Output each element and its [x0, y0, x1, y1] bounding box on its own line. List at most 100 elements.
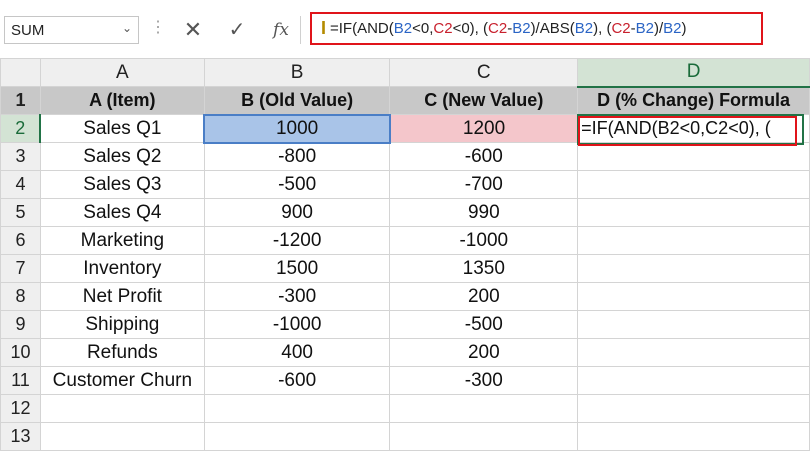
table-row: 7 Inventory 1500 1350 [0, 254, 810, 283]
column-header-d[interactable]: D [577, 58, 810, 88]
cell-c6[interactable]: -1000 [389, 226, 579, 255]
cell-d5[interactable] [577, 198, 810, 227]
cell-a11[interactable]: Customer Churn [39, 366, 205, 395]
table-row: 9 Shipping -1000 -500 [0, 310, 810, 339]
cell-b8[interactable]: -300 [203, 282, 391, 311]
cell-c8[interactable]: 200 [389, 282, 579, 311]
row-header[interactable]: 13 [0, 422, 41, 451]
formula-token: )/ABS( [530, 20, 575, 37]
cell-d9[interactable] [577, 310, 810, 339]
cell-c1[interactable]: C (New Value) [389, 86, 579, 115]
cell-a9[interactable]: Shipping [39, 310, 205, 339]
row-header[interactable]: 10 [0, 338, 41, 367]
cell-b11[interactable]: -600 [203, 366, 391, 395]
select-all-corner[interactable] [0, 58, 41, 87]
row-header[interactable]: 2 [0, 114, 42, 143]
table-row: 8 Net Profit -300 200 [0, 282, 810, 311]
cell-a5[interactable]: Sales Q4 [39, 198, 205, 227]
formula-token: <0, [412, 20, 434, 37]
cell-c3[interactable]: -600 [389, 142, 579, 171]
table-row: 6 Marketing -1200 -1000 [0, 226, 810, 255]
column-header-a[interactable]: A [39, 58, 205, 87]
cell-c11[interactable]: -300 [389, 366, 579, 395]
cell-c10[interactable]: 200 [389, 338, 579, 367]
cell-d10[interactable] [577, 338, 810, 367]
table-row: 5 Sales Q4 900 990 [0, 198, 810, 227]
formula-token: B2 [635, 20, 654, 37]
cell-b10[interactable]: 400 [203, 338, 391, 367]
formula-token: ), ( [593, 20, 612, 37]
enter-button[interactable]: ✓ [220, 16, 254, 44]
cell-a10[interactable]: Refunds [39, 338, 205, 367]
column-header-b[interactable]: B [203, 58, 391, 87]
cell-a2[interactable]: Sales Q1 [39, 114, 205, 143]
table-row: 10 Refunds 400 200 [0, 338, 810, 367]
cell-d11[interactable] [577, 366, 810, 395]
cell-b1[interactable]: B (Old Value) [203, 86, 391, 115]
cell-b5[interactable]: 900 [203, 198, 391, 227]
cell-a12[interactable] [39, 394, 205, 423]
cell-a1[interactable]: A (Item) [39, 86, 205, 115]
cell-d2[interactable]: =IF(AND(B2<0,C2<0), ( [577, 114, 810, 143]
cell-c9[interactable]: -500 [389, 310, 579, 339]
row-header[interactable]: 11 [0, 366, 41, 395]
table-row: 2 Sales Q1 1000 1200 =IF(AND(B2<0,C2<0), ( [0, 113, 810, 144]
name-box[interactable]: SUM ⌄ [4, 16, 139, 44]
cell-b9[interactable]: -1000 [203, 310, 391, 339]
cell-c12[interactable] [389, 394, 579, 423]
row-header[interactable]: 12 [0, 394, 41, 423]
cell-a6[interactable]: Marketing [39, 226, 205, 255]
formula-token: B2 [663, 20, 682, 37]
cell-c4[interactable]: -700 [389, 170, 579, 199]
cell-c13[interactable] [389, 422, 579, 451]
cell-d1[interactable]: D (% Change) Formula [577, 86, 810, 115]
chevron-down-icon[interactable]: ⌄ [122, 21, 132, 35]
cell-a7[interactable]: Inventory [39, 254, 205, 283]
row-header[interactable]: 6 [0, 226, 41, 255]
formula-text: =IF(AND(B2<0,C2<0), (C2-B2)/ABS(B2), (C2… [330, 20, 687, 37]
worksheet-grid: ABCD1A (Item) B (Old Value) C (New Value) D… [0, 58, 810, 451]
formula-token: B2 [393, 20, 413, 37]
formula-token: )/ [653, 20, 664, 37]
row-header[interactable]: 8 [0, 282, 41, 311]
cell-b6[interactable]: -1200 [203, 226, 391, 255]
cell-c5[interactable]: 990 [389, 198, 579, 227]
cell-a4[interactable]: Sales Q3 [39, 170, 205, 199]
cell-d8[interactable] [577, 282, 810, 311]
column-header-c[interactable]: C [389, 58, 579, 87]
formula-token: C2 [433, 20, 453, 37]
formula-token: ) [681, 20, 687, 37]
row-header[interactable]: 9 [0, 310, 41, 339]
cell-d3[interactable] [577, 142, 810, 171]
formula-token: C2 [488, 20, 508, 37]
cell-c2[interactable]: 1200 [389, 114, 579, 143]
insert-function-button[interactable]: fx [264, 16, 298, 44]
table-row: 3 Sales Q2 -800 -600 [0, 142, 810, 171]
cell-b13[interactable] [203, 422, 391, 451]
cell-d12[interactable] [577, 394, 810, 423]
cell-b3[interactable]: -800 [203, 142, 391, 171]
cell-b12[interactable] [203, 394, 391, 423]
name-box-value: SUM [11, 22, 45, 39]
table-header-row: 1A (Item) B (Old Value) C (New Value) D (% … [0, 86, 810, 115]
cell-d4[interactable] [577, 170, 810, 199]
cell-a8[interactable]: Net Profit [39, 282, 205, 311]
cell-a13[interactable] [39, 422, 205, 451]
cell-c7[interactable]: 1350 [389, 254, 579, 283]
row-header[interactable]: 4 [0, 170, 41, 199]
sheet-table: ABCD1A (Item) B (Old Value) C (New Value) D… [0, 58, 810, 451]
cell-d7[interactable] [577, 254, 810, 283]
cell-b7[interactable]: 1500 [203, 254, 391, 283]
cell-b2[interactable]: 1000 [203, 113, 391, 144]
cell-a3[interactable]: Sales Q2 [39, 142, 205, 171]
cell-b4[interactable]: -500 [203, 170, 391, 199]
cell-d13[interactable] [577, 422, 810, 451]
row-header[interactable]: 3 [0, 142, 41, 171]
row-header[interactable]: 1 [0, 86, 41, 115]
cell-d6[interactable] [577, 226, 810, 255]
row-header[interactable]: 7 [0, 254, 41, 283]
cancel-button[interactable]: ✕ [176, 16, 210, 44]
row-header[interactable]: 5 [0, 198, 41, 227]
vertical-dots-icon[interactable]: ⋮ [150, 17, 166, 37]
text-cursor-icon: I [321, 18, 327, 38]
